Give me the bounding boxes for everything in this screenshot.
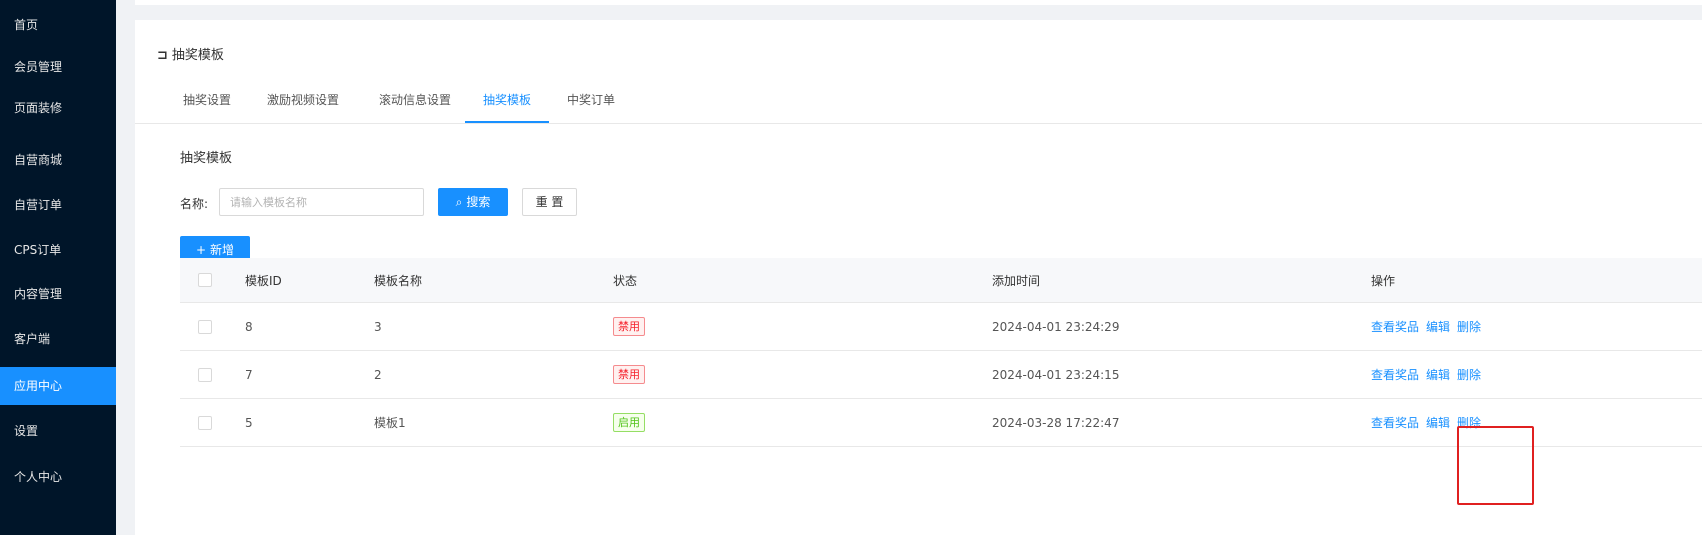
table-row: 5 模板1 启用 2024-03-28 17:22:47 查看奖品 编辑 删除 (180, 399, 1702, 447)
row-checkbox-cell (198, 303, 212, 350)
row-id: 8 (245, 319, 253, 334)
edit-link[interactable]: 编辑 (1426, 366, 1450, 383)
table-row: 7 2 禁用 2024-04-01 23:24:15 查看奖品 编辑 删除 (180, 351, 1702, 399)
sidebar-item-self-orders[interactable]: 自营订单 (0, 186, 116, 224)
view-prizes-link[interactable]: 查看奖品 (1371, 414, 1419, 431)
row-time: 2024-04-01 23:24:29 (992, 319, 1120, 334)
row-id: 7 (245, 367, 253, 382)
template-name-input[interactable] (219, 188, 424, 216)
back-bracket-icon[interactable]: ⊐ (157, 48, 168, 63)
sidebar-item-cps-orders[interactable]: CPS订单 (0, 231, 116, 269)
sidebar-item-page-decoration[interactable]: 页面装修 (0, 89, 116, 127)
top-strip (135, 0, 1702, 5)
delete-link[interactable]: 删除 (1457, 318, 1481, 335)
reset-button[interactable]: 重 置 (522, 188, 577, 216)
sidebar-item-self-mall[interactable]: 自营商城 (0, 141, 116, 179)
sidebar-item-content[interactable]: 内容管理 (0, 275, 116, 313)
status-badge: 启用 (613, 413, 645, 432)
status-badge: 禁用 (613, 365, 645, 384)
select-all-checkbox[interactable] (198, 273, 212, 287)
row-checkbox[interactable] (198, 367, 212, 382)
row-actions: 查看奖品 编辑 删除 (1371, 351, 1488, 398)
row-status-cell: 启用 (613, 399, 645, 446)
sidebar-item-settings[interactable]: 设置 (0, 412, 116, 450)
tab-lottery-settings[interactable]: 抽奖设置 (177, 86, 237, 123)
table-row: 8 3 禁用 2024-04-01 23:24:29 查看奖品 编辑 删除 (180, 303, 1702, 351)
page-title: ⊐ 抽奖模板 (157, 44, 224, 63)
row-checkbox-cell (198, 399, 212, 446)
add-button-label: 新增 (210, 243, 235, 257)
sidebar-item-app-center[interactable]: 应用中心 (0, 367, 116, 405)
plus-icon: + (195, 243, 207, 257)
row-actions: 查看奖品 编辑 删除 (1371, 399, 1488, 446)
tab-scroll-info[interactable]: 滚动信息设置 (372, 86, 458, 123)
column-header-id: 模板ID (245, 273, 282, 288)
tab-incentive-video[interactable]: 激励视频设置 (260, 86, 346, 123)
section-title: 抽奖模板 (180, 151, 233, 166)
status-badge: 禁用 (613, 317, 645, 336)
edit-link[interactable]: 编辑 (1426, 414, 1450, 431)
view-prizes-link[interactable]: 查看奖品 (1371, 366, 1419, 383)
row-checkbox[interactable] (198, 319, 212, 334)
search-button-label: 搜索 (466, 195, 491, 209)
row-name: 模板1 (374, 416, 406, 430)
row-name: 2 (374, 367, 382, 382)
tab-bar: 抽奖设置 激励视频设置 滚动信息设置 抽奖模板 中奖订单 (135, 86, 1702, 124)
row-actions: 查看奖品 编辑 删除 (1371, 303, 1488, 350)
sidebar-item-client[interactable]: 客户端 (0, 320, 116, 358)
tab-winning-orders[interactable]: 中奖订单 (560, 86, 622, 123)
search-icon: ⌕ (455, 195, 463, 209)
row-id: 5 (245, 415, 253, 430)
page-title-text: 抽奖模板 (171, 48, 224, 63)
edit-link[interactable]: 编辑 (1426, 318, 1450, 335)
delete-link[interactable]: 删除 (1457, 414, 1481, 431)
sidebar-item-members[interactable]: 会员管理 (0, 48, 116, 86)
row-checkbox-cell (198, 351, 212, 398)
delete-link[interactable]: 删除 (1457, 366, 1481, 383)
sidebar: 首页 会员管理 页面装修 自营商城 自营订单 CPS订单 内容管理 客户端 应用… (0, 0, 116, 535)
table-header: 模板ID 模板名称 状态 添加时间 操作 (180, 258, 1702, 303)
name-filter-label: 名称: (180, 197, 209, 211)
view-prizes-link[interactable]: 查看奖品 (1371, 318, 1419, 335)
row-time: 2024-04-01 23:24:15 (992, 367, 1120, 382)
row-status-cell: 禁用 (613, 351, 645, 398)
column-header-ops: 操作 (1371, 273, 1396, 288)
column-header-name: 模板名称 (374, 273, 423, 288)
main-panel: ⊐ 抽奖模板 抽奖设置 激励视频设置 滚动信息设置 抽奖模板 中奖订单 抽奖模板 … (135, 20, 1702, 535)
row-time: 2024-03-28 17:22:47 (992, 415, 1120, 430)
sidebar-item-profile[interactable]: 个人中心 (0, 458, 116, 496)
column-header-status: 状态 (613, 273, 638, 288)
tab-lottery-template[interactable]: 抽奖模板 (465, 86, 549, 123)
row-checkbox[interactable] (198, 415, 212, 430)
search-button[interactable]: ⌕ 搜索 (438, 188, 508, 216)
column-header-time: 添加时间 (992, 273, 1041, 288)
select-all-checkbox-cell (198, 258, 212, 302)
row-status-cell: 禁用 (613, 303, 645, 350)
row-name: 3 (374, 319, 382, 334)
sidebar-item-home[interactable]: 首页 (0, 6, 116, 44)
